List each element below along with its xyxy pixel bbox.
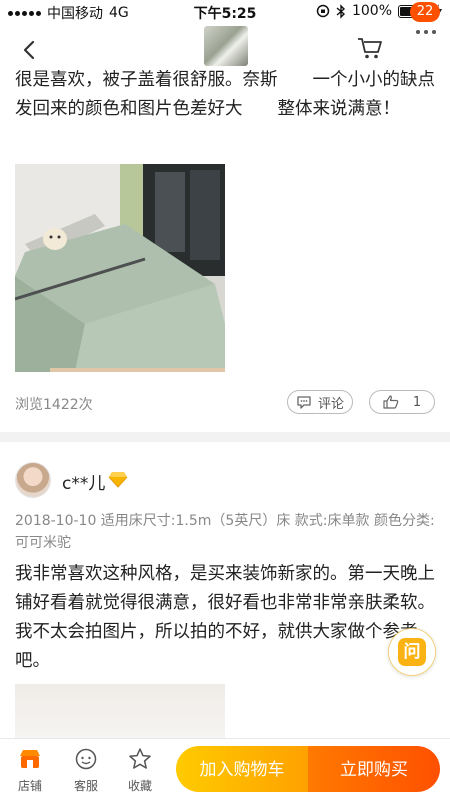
- bluetooth-icon: [336, 3, 345, 19]
- bedroom-photo: [15, 164, 225, 372]
- customer-service-tab[interactable]: 客服: [62, 745, 110, 795]
- star-icon: [129, 748, 151, 769]
- customer-service-icon: [75, 748, 97, 770]
- username: c**儿: [62, 474, 106, 494]
- review-meta: 2018-10-10 适用床尺寸:1.5m（5英尺）床 款式:床单款 颜色分类:…: [15, 513, 435, 551]
- ask-question-button[interactable]: 问: [388, 628, 436, 676]
- diamond-member-icon: [108, 472, 128, 488]
- comment-button[interactable]: 评论: [287, 390, 353, 414]
- bottom-bar: 店铺 客服 收藏 加入购物车 立即购买: [0, 738, 450, 800]
- review-text: 很是喜欢，被子盖着很舒服。奈斯 一个小小的缺点 发回来的颜色和图片色差好大 整体…: [15, 70, 450, 119]
- cart-button[interactable]: [354, 34, 386, 62]
- review-photo[interactable]: [15, 164, 225, 372]
- ask-question-label: 问: [398, 638, 426, 666]
- favorite-label: 收藏: [127, 779, 152, 793]
- comment-label: 评论: [317, 396, 344, 412]
- buy-now-button[interactable]: 立即购买: [308, 746, 440, 792]
- review-meta-row: 浏览1422次 评论 1: [15, 390, 435, 418]
- add-to-cart-button[interactable]: 加入购物车: [176, 746, 308, 792]
- customer-service-label: 客服: [73, 779, 98, 793]
- back-button[interactable]: [12, 32, 48, 68]
- comment-icon: [297, 396, 311, 409]
- avatar[interactable]: [15, 462, 51, 498]
- battery-percent: 100%: [351, 3, 392, 19]
- status-bar: 中国移动 4G 下午5:25 100%: [0, 0, 450, 24]
- shop-label: 店铺: [17, 779, 42, 793]
- review-photo[interactable]: [15, 684, 225, 738]
- shop-icon: [20, 750, 40, 768]
- view-count: 浏览1422次: [15, 397, 93, 413]
- shop-tab[interactable]: 店铺: [6, 745, 54, 795]
- favorite-tab[interactable]: 收藏: [116, 745, 164, 795]
- section-divider: [0, 432, 450, 442]
- orientation-lock-icon: [316, 4, 330, 18]
- product-thumbnail[interactable]: [204, 26, 248, 66]
- cart-icon: [358, 38, 382, 59]
- nav-bar: [0, 24, 450, 72]
- message-badge: 22: [410, 2, 440, 22]
- review-text: 我非常喜欢这种风格，是买来装饰新家的。第一天晚上铺好看着就觉得很满意，很好看也非…: [15, 564, 435, 671]
- more-icon: [416, 30, 436, 34]
- thumbs-up-icon: [383, 395, 399, 409]
- like-count: 1: [412, 394, 422, 410]
- like-button[interactable]: 1: [369, 390, 435, 414]
- chevron-left-icon: [23, 40, 35, 60]
